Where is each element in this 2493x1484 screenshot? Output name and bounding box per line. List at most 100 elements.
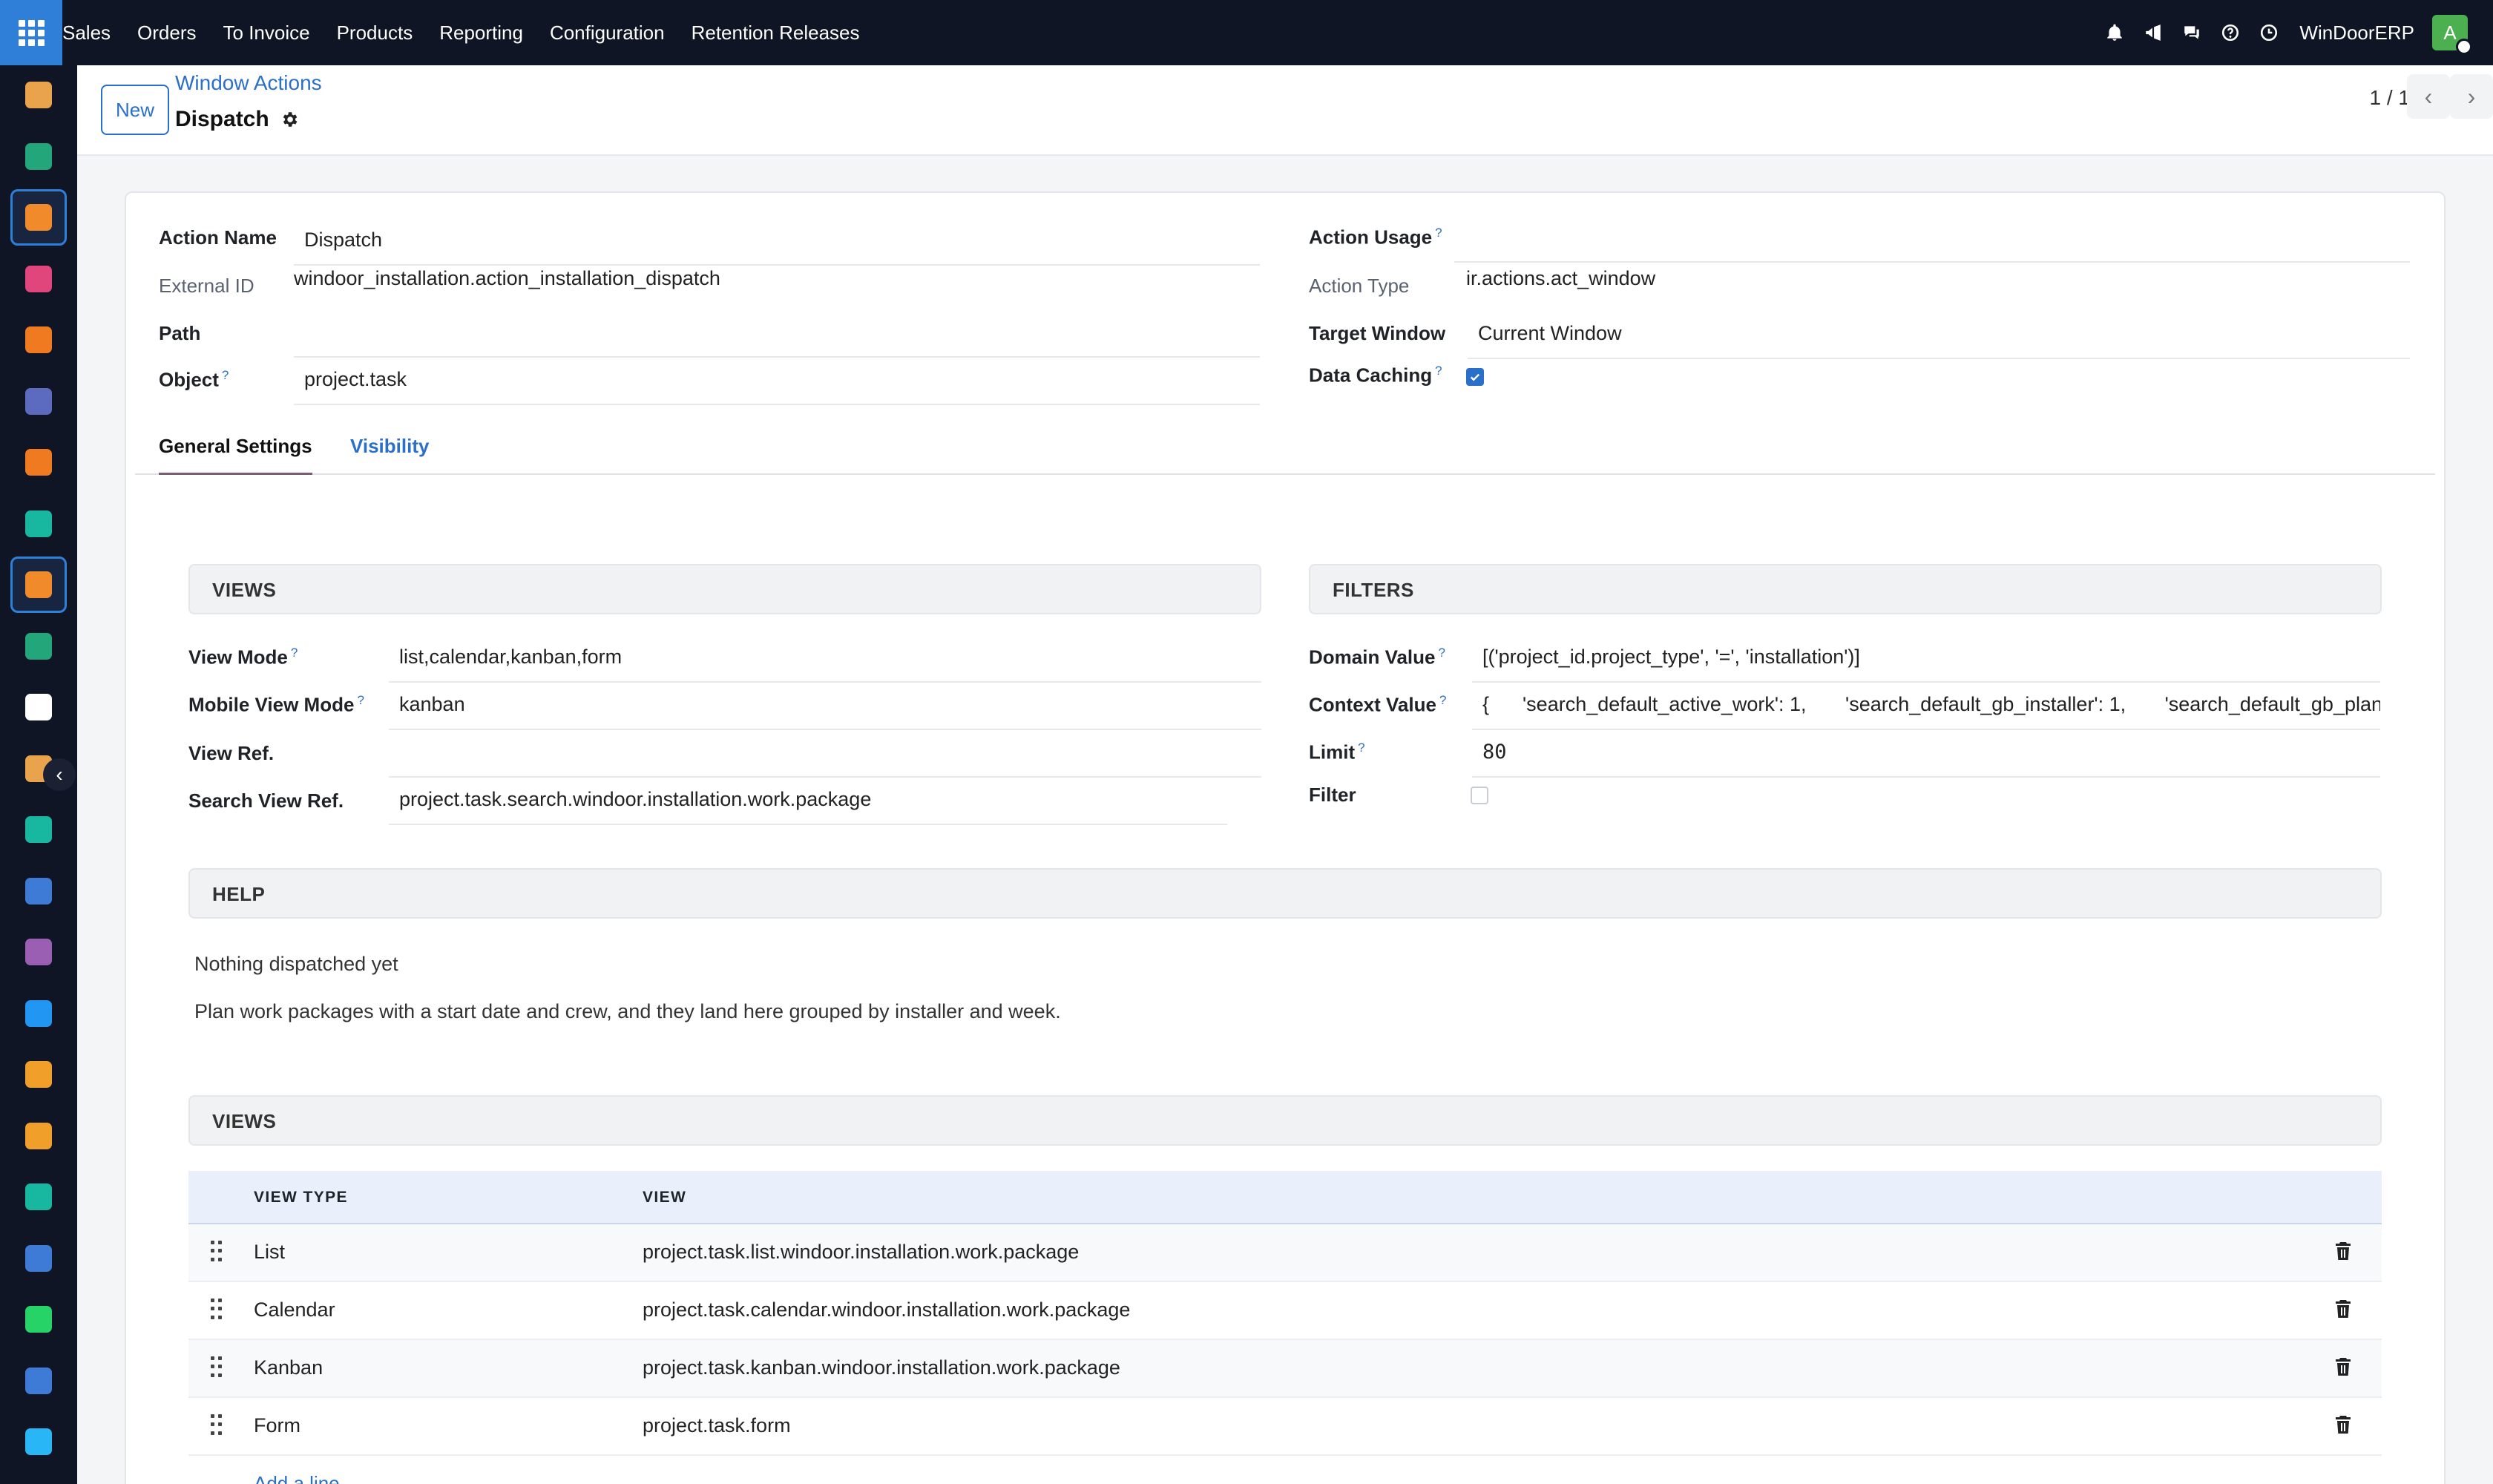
action-usage-help-icon[interactable]: ? [1435,226,1442,240]
app-dashboard-button[interactable] [10,1230,67,1287]
app-calendar-icon [25,1122,52,1149]
grid-icon [18,19,45,46]
pager-value[interactable]: 1 / 1 [2370,86,2410,110]
gear-icon[interactable] [280,110,299,129]
app-inventory-button[interactable] [10,679,67,735]
trash-icon[interactable] [2334,1298,2352,1319]
app-whatsapp-button[interactable] [10,1291,67,1347]
limit-help-icon[interactable]: ? [1358,741,1364,755]
app-contacts-button[interactable] [10,128,67,185]
app-calendar-button[interactable] [10,1108,67,1164]
pager-previous-button[interactable]: ‹ [2407,74,2450,119]
table-row[interactable]: Kanban project.task.kanban.windoor.insta… [188,1340,2382,1398]
table-row[interactable]: Calendar project.task.calendar.windoor.i… [188,1282,2382,1340]
app-timer-button[interactable] [10,1353,67,1409]
sidebar-collapse-button[interactable]: ‹ [43,758,76,791]
context-value-help-icon[interactable]: ? [1439,693,1446,707]
control-panel: New Window Actions Dispatch 1 / 1 ‹ › [77,65,2493,156]
mobile-view-mode-input[interactable]: kanban [389,683,1261,730]
chat-icon[interactable] [2181,22,2203,44]
action-usage-input[interactable] [1454,215,2410,263]
data-caching-checkbox[interactable] [1466,368,1484,386]
app-box-button[interactable] [10,924,67,980]
trash-icon[interactable] [2334,1241,2352,1261]
app-todo-button[interactable] [10,801,67,858]
app-contacts-2-icon [25,632,52,660]
path-input[interactable] [294,310,1260,358]
action-usage-label-text: Action Usage [1309,226,1433,249]
menu-retention-releases[interactable]: Retention Releases [692,22,860,45]
app-pie-icon [25,265,52,292]
view-mode-input[interactable]: list,calendar,kanban,form [389,635,1261,683]
clock-icon[interactable] [2258,22,2280,44]
object-help-icon[interactable]: ? [222,368,229,382]
apps-menu-button[interactable] [0,0,62,65]
app-reporting-button[interactable] [10,189,67,246]
search-view-ref-input[interactable]: project.task.search.windoor.installation… [389,778,1227,825]
app-brush-button[interactable] [10,67,67,123]
context-value-input[interactable]: { 'search_default_active_work': 1, 'sear… [1472,683,2380,730]
view-mode-help-icon[interactable]: ? [291,646,298,660]
help-icon[interactable] [2219,22,2241,44]
app-employees-button[interactable] [10,1046,67,1103]
app-pie-button[interactable] [10,251,67,307]
bell-icon[interactable] [2103,22,2126,44]
drag-handle-icon[interactable] [211,1241,222,1263]
row-view-type: Kanban [254,1356,323,1379]
app-sync-button[interactable] [10,1414,67,1470]
app-live-chat-button[interactable] [10,434,67,490]
app-transfer-button[interactable] [10,496,67,552]
mobile-view-mode-help-icon[interactable]: ? [357,693,364,707]
column-view-type[interactable]: VIEW TYPE [254,1189,348,1206]
view-ref-input[interactable] [389,730,1261,778]
domain-value-help-icon[interactable]: ? [1439,646,1445,660]
menu-orders[interactable]: Orders [137,22,196,45]
data-caching-help-icon[interactable]: ? [1435,364,1442,378]
row-view: project.task.kanban.windoor.installation… [643,1356,1120,1379]
domain-value-label: Domain Value? [1309,646,1445,669]
drag-handle-icon[interactable] [211,1414,222,1437]
new-button[interactable]: New [101,85,169,135]
table-row[interactable]: Form project.task.form [188,1398,2382,1456]
row-view-type: Form [254,1414,300,1437]
app-knowledge-button[interactable] [10,863,67,919]
app-reporting-2-button[interactable] [10,556,67,613]
company-name[interactable]: WinDoorERP [2299,22,2414,45]
drag-handle-icon[interactable] [211,1356,222,1379]
data-caching-label-text: Data Caching [1309,364,1433,387]
add-a-line-link[interactable]: Add a line [254,1472,340,1484]
menu-configuration[interactable]: Configuration [550,22,665,45]
drag-handle-icon[interactable] [211,1298,222,1321]
menu-reporting[interactable]: Reporting [439,22,523,45]
trash-icon[interactable] [2334,1414,2352,1435]
object-input[interactable]: project.task [294,358,1260,405]
app-sign-button[interactable] [10,1169,67,1225]
app-mail-button[interactable] [10,373,67,430]
app-discuss-button[interactable] [10,312,67,368]
megaphone-icon[interactable] [2142,22,2164,44]
column-view[interactable]: VIEW [643,1189,686,1206]
path-label: Path [159,322,201,344]
user-avatar[interactable]: A [2432,15,2472,55]
menu-to-invoice[interactable]: To Invoice [223,22,310,45]
pager-next-button[interactable]: › [2450,74,2493,119]
breadcrumb-window-actions[interactable]: Window Actions [175,71,322,95]
filter-checkbox[interactable] [1471,787,1488,804]
menu-sales[interactable]: Sales [62,22,111,45]
domain-value-label-text: Domain Value [1309,646,1436,669]
app-discuss-icon [25,326,52,353]
tab-general-settings[interactable]: General Settings [159,435,312,475]
app-invoicing-button[interactable] [10,985,67,1042]
app-contacts-2-button[interactable] [10,618,67,674]
domain-value-input[interactable]: [('project_id.project_type', '=', 'insta… [1472,635,2380,683]
tab-visibility[interactable]: Visibility [350,435,429,458]
menu-products[interactable]: Products [337,22,413,45]
trash-icon[interactable] [2334,1356,2352,1377]
row-view-type: List [254,1241,286,1263]
target-window-select[interactable]: Current Window [1468,312,2410,359]
limit-input[interactable]: 80 [1472,730,2380,778]
data-caching-label: Data Caching? [1309,364,1442,387]
table-row[interactable]: List project.task.list.windoor.installat… [188,1224,2382,1282]
object-label-text: Object [159,368,219,391]
view-ref-label: View Ref. [188,742,275,764]
